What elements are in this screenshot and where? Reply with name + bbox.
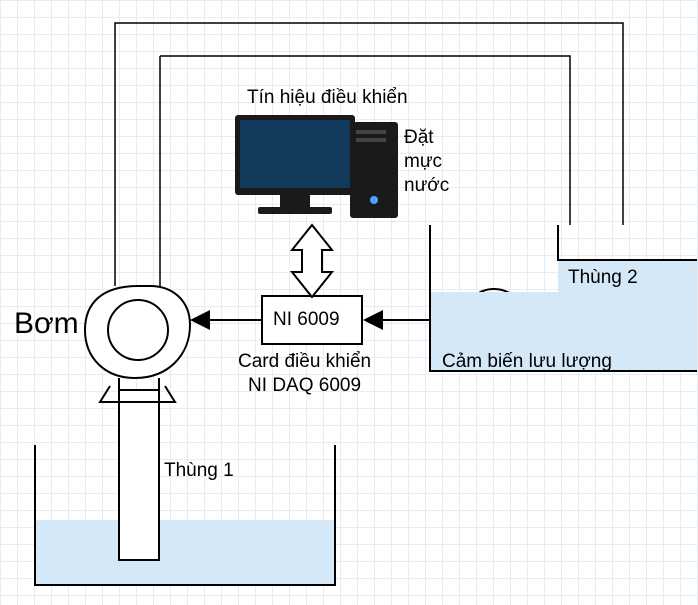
label-card-daq: Card điều khiển NI DAQ 6009: [238, 350, 371, 398]
pump-suction-pipe: [119, 390, 159, 560]
label-flow-sensor: Cảm biến lưu lượng: [442, 350, 612, 374]
diagram-canvas: Bơm NI 6009 Card điều khiển NI DAQ 6009 …: [0, 0, 698, 605]
label-pump: Bơm: [14, 305, 79, 343]
computer-icon: [235, 115, 398, 218]
double-arrow-icon: [292, 225, 332, 297]
label-tank1: Thùng 1: [164, 459, 234, 483]
label-setpoint: Đặt mực nước: [404, 126, 459, 197]
pump-icon: [85, 286, 190, 402]
label-tank2: Thùng 2: [568, 266, 638, 290]
label-ni6009: NI 6009: [273, 308, 340, 332]
label-control-signal: Tín hiệu điều khiển: [247, 86, 408, 110]
